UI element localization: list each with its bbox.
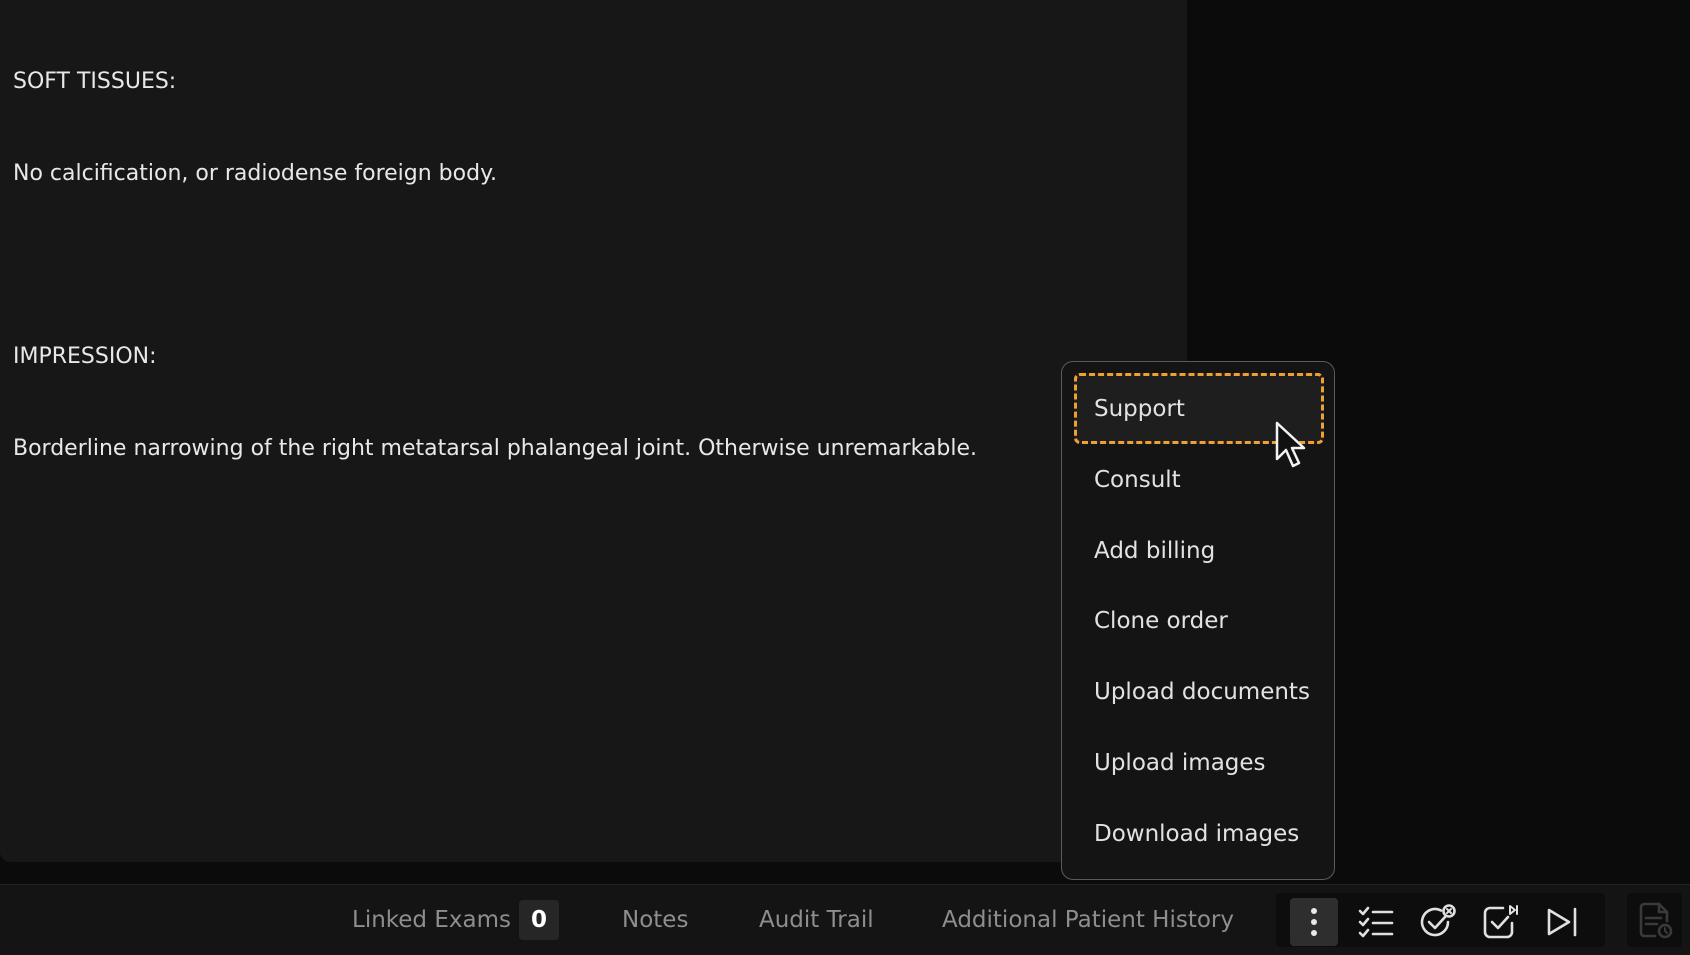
soft-tissues-heading: SOFT TISSUES: [13, 69, 177, 94]
sign-cancel-button[interactable] [1414, 898, 1462, 946]
menu-item-support[interactable]: Support [1074, 373, 1324, 444]
skip-next-icon [1547, 907, 1577, 937]
document-history-icon [1639, 902, 1672, 939]
impression-text: Borderline narrowing of the right metata… [13, 435, 978, 461]
more-vertical-icon [1311, 908, 1317, 936]
menu-item-download-images[interactable]: Download images [1074, 798, 1324, 869]
document-history-button[interactable] [1627, 893, 1682, 947]
toolbar-group [1276, 893, 1605, 947]
soft-tissues-text: No calcification, or radiodense foreign … [13, 160, 497, 186]
bottom-bar: Linked Exams 0 Notes Audit Trail Additio… [0, 884, 1690, 955]
tab-audit-trail[interactable]: Audit Trail [759, 885, 874, 955]
menu-item-consult[interactable]: Consult [1074, 444, 1324, 515]
impression-heading: IMPRESSION: [13, 344, 157, 369]
report-text: SOFT TISSUES: No calcification, or radio… [13, 6, 977, 525]
more-actions-menu: Support Consult Add billing Clone order … [1061, 361, 1335, 880]
tab-linked-exams[interactable]: Linked Exams 0 [352, 885, 559, 955]
linked-exams-count-badge: 0 [518, 900, 559, 940]
more-options-button[interactable] [1290, 898, 1338, 946]
check-cancel-icon [1420, 904, 1456, 937]
checklist-button[interactable] [1352, 898, 1400, 946]
tab-linked-exams-label: Linked Exams [352, 907, 511, 933]
menu-item-clone-order[interactable]: Clone order [1074, 585, 1324, 656]
sign-next-button[interactable] [1476, 898, 1524, 946]
tab-additional-patient-history[interactable]: Additional Patient History [942, 885, 1234, 955]
menu-item-add-billing[interactable]: Add billing [1074, 515, 1324, 586]
tab-notes[interactable]: Notes [622, 885, 688, 955]
checklist-icon [1358, 906, 1394, 938]
menu-item-upload-documents[interactable]: Upload documents [1074, 656, 1324, 727]
report-panel: SOFT TISSUES: No calcification, or radio… [0, 0, 1187, 862]
menu-item-upload-images[interactable]: Upload images [1074, 727, 1324, 798]
skip-next-button[interactable] [1538, 898, 1586, 946]
check-next-icon [1483, 905, 1518, 939]
